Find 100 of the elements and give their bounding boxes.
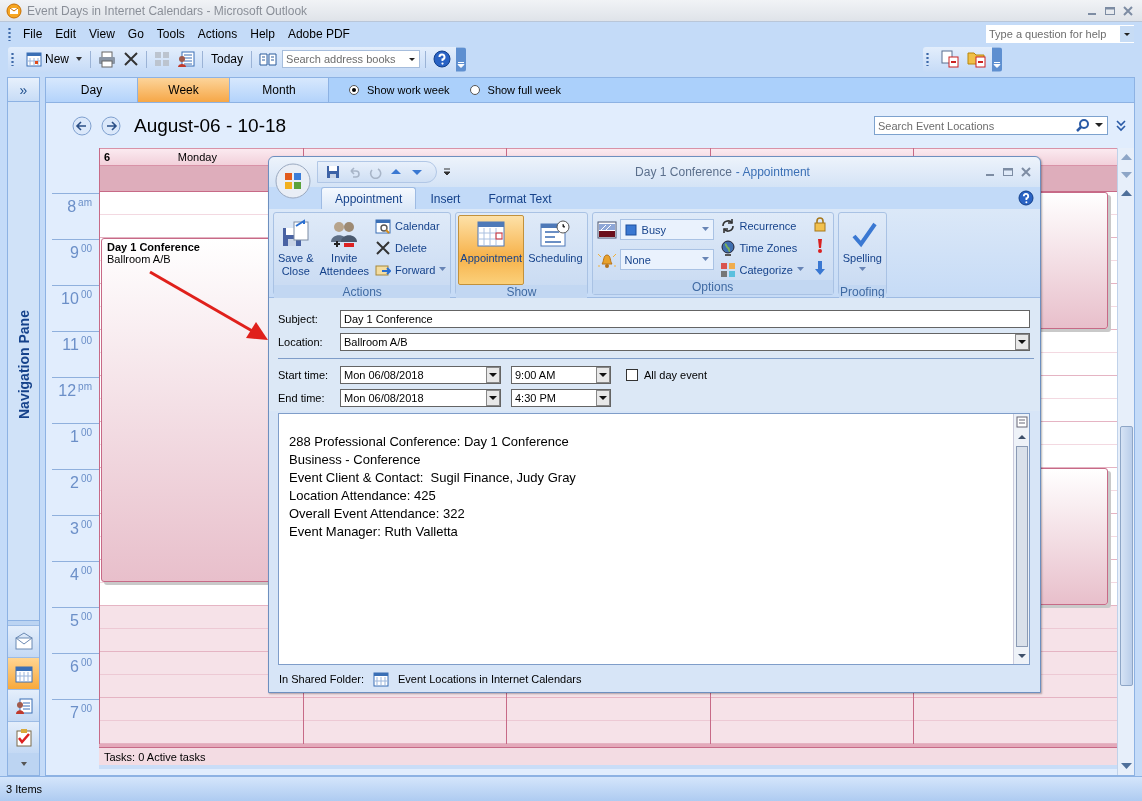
ribbon-tab[interactable]: Format Text: [474, 187, 566, 209]
menu-item[interactable]: View: [83, 25, 122, 43]
reminder-select[interactable]: None: [619, 249, 714, 270]
address-search-field[interactable]: Search address books: [282, 50, 421, 68]
checkbox[interactable]: [626, 369, 638, 381]
menu-item[interactable]: Tools: [150, 25, 192, 43]
hour-label: 3$^{00}$: [69, 518, 92, 539]
hour-label: 8$^{am}$: [67, 196, 92, 217]
busy-icon: [624, 223, 637, 236]
search-field[interactable]: Search Event Locations: [874, 116, 1108, 135]
location-field[interactable]: Ballroom A/B: [340, 333, 1030, 351]
group-label: Options: [592, 280, 833, 294]
caret-icon: [439, 267, 447, 272]
dropdown-icon[interactable]: [1120, 26, 1134, 42]
radio-button[interactable]: [349, 85, 359, 95]
recurrence-button[interactable]: Recurrence: [717, 216, 806, 235]
day-name: Monday: [176, 151, 218, 163]
help-icon[interactable]: [433, 50, 452, 68]
menu-item[interactable]: Help: [244, 25, 282, 43]
calendar-icon: [375, 217, 391, 234]
dropdown-icon: [596, 390, 610, 406]
view-button[interactable]: Scheduling: [526, 215, 585, 285]
ribbon-tab[interactable]: Appointment: [321, 187, 417, 209]
scroll-thumb[interactable]: [1119, 426, 1133, 686]
address-card-icon[interactable]: [177, 50, 195, 68]
hour-label: 2$^{00}$: [69, 472, 92, 493]
maximize-icon[interactable]: [1104, 4, 1116, 17]
tasks-bar: Tasks: 0 Active tasks: [99, 747, 1117, 769]
delete-button[interactable]: Delete: [373, 238, 449, 257]
mail-icon[interactable]: [13, 631, 34, 652]
day-number: 6: [104, 151, 111, 163]
caret-icon: [858, 267, 866, 272]
folder-name: Event Locations in Internet Calendars: [398, 672, 582, 685]
view-button[interactable]: Appointment: [458, 215, 525, 285]
calendar-icon[interactable]: [13, 663, 34, 684]
customize-toolbar-icon[interactable]: [443, 167, 451, 177]
today-button[interactable]: Today: [208, 52, 247, 66]
menu-item[interactable]: Actions: [191, 25, 245, 43]
view-tab[interactable]: Week: [138, 78, 230, 102]
checkbox-label: All day event: [644, 369, 707, 381]
view-tab[interactable]: Day: [46, 78, 138, 102]
book-icon[interactable]: [259, 51, 278, 67]
hour-label: 1$^{00}$: [69, 426, 92, 447]
categorize-button[interactable]: Categorize: [717, 260, 806, 279]
caret-icon: [701, 227, 709, 232]
close-icon[interactable]: [1020, 166, 1032, 178]
forward-button[interactable]: Forward: [373, 260, 449, 279]
window-title: Event Days in Internet Calendars - Microsoft Outlook: [27, 3, 309, 18]
chevron-down-icon[interactable]: [19, 761, 28, 767]
globe-icon: [719, 239, 736, 256]
tasks-icon[interactable]: [13, 727, 34, 748]
show-as-select[interactable]: Busy: [619, 219, 714, 240]
day-header[interactable]: 6 Monday: [100, 148, 303, 166]
date-field[interactable]: Mon 06/08/2018: [340, 389, 501, 407]
invite-attendees-button[interactable]: Invite Attendees: [317, 215, 371, 285]
calendar-button[interactable]: Calendar: [373, 216, 449, 235]
hour-label: 5$^{00}$: [69, 610, 92, 631]
subject-field[interactable]: Day 1 Conference: [340, 310, 1030, 328]
menu-item[interactable]: Go: [121, 25, 151, 43]
hour-label: 4$^{00}$: [69, 564, 92, 585]
group-label: Actions: [274, 285, 451, 299]
dropdown-icon: [486, 367, 500, 383]
scrollbar[interactable]: [1117, 148, 1134, 775]
pdf-folder-icon[interactable]: [967, 49, 987, 69]
ribbon-tab[interactable]: Insert: [416, 187, 475, 209]
menu-item[interactable]: Adobe PDF: [281, 25, 357, 43]
expand-chevrons-icon[interactable]: [1115, 118, 1127, 133]
hour-label: 11$^{00}$: [62, 334, 92, 355]
window-subtitle: - Appointment: [735, 165, 810, 179]
spelling-button[interactable]: Spelling: [840, 215, 884, 285]
show-as-icon: [596, 220, 617, 239]
expand-button[interactable]: »: [8, 78, 39, 102]
print-icon[interactable]: [98, 50, 116, 68]
search-icon[interactable]: [1076, 118, 1090, 132]
radio-button[interactable]: [469, 85, 480, 95]
dropdown-icon: [596, 367, 610, 383]
help-search-field[interactable]: Type a question for help: [986, 25, 1134, 43]
caret-icon[interactable]: [75, 56, 83, 62]
date-range-title: August-06 - 10-18: [134, 114, 287, 137]
new-button[interactable]: New: [23, 51, 72, 67]
view-tab[interactable]: Month: [230, 78, 329, 102]
menu-item[interactable]: Edit: [49, 25, 84, 43]
time-field[interactable]: 9:00 AM: [511, 366, 611, 384]
delete-icon[interactable]: [123, 51, 139, 67]
menu-item[interactable]: File: [17, 25, 50, 43]
lock-icon[interactable]: [811, 216, 828, 232]
status-text: 3 Items: [6, 783, 43, 795]
toolbar-options-icon[interactable]: [992, 46, 1002, 72]
close-icon[interactable]: [1122, 4, 1134, 17]
contacts-icon[interactable]: [13, 695, 34, 716]
time-zones-button[interactable]: Time Zones: [717, 238, 806, 257]
pdf-document-icon[interactable]: [940, 49, 960, 69]
maximize-icon[interactable]: [1002, 166, 1014, 178]
help-icon[interactable]: [1018, 190, 1034, 206]
cycle-arrows-icon: [719, 217, 736, 234]
hour-label: 10$^{00}$: [61, 288, 92, 309]
save-icon[interactable]: [326, 165, 340, 179]
calendar-folder-icon: [373, 670, 389, 687]
date-field[interactable]: Mon 06/08/2018: [340, 366, 501, 384]
time-field[interactable]: 4:30 PM: [511, 389, 611, 407]
